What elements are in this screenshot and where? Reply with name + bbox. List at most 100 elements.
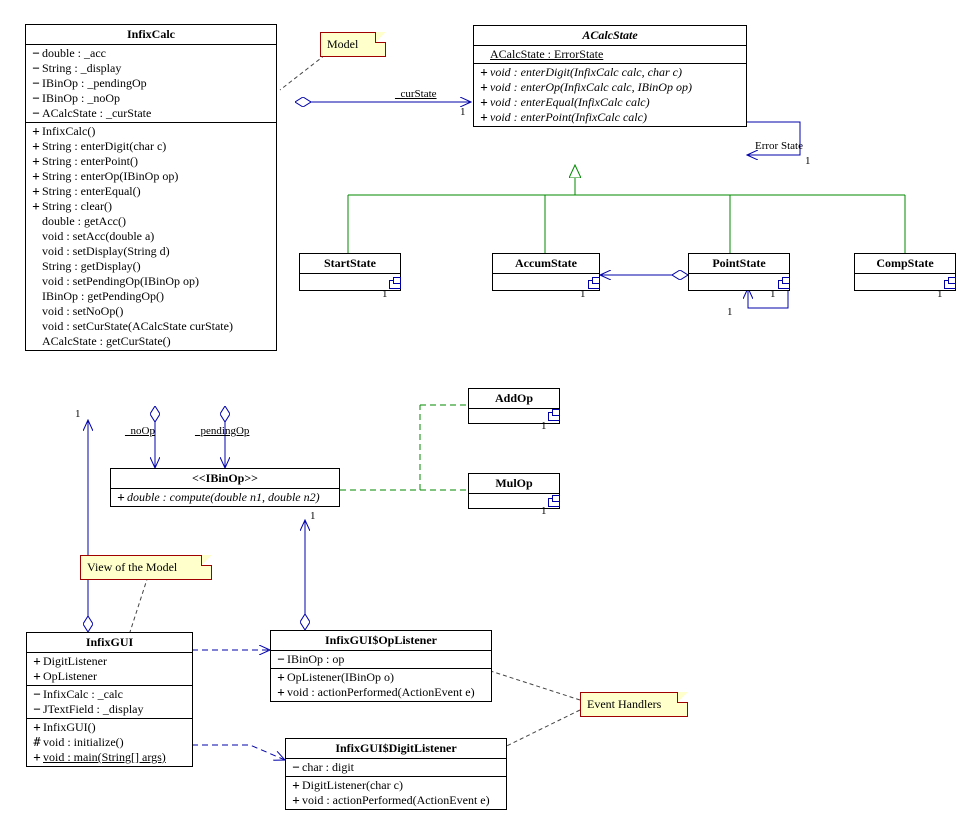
member-row: +String : enterDigit(char c) (30, 139, 272, 154)
mult-one: 1 (805, 155, 811, 167)
mult-one: 1 (460, 106, 466, 118)
member-row: void : setDisplay(String d) (30, 244, 272, 259)
member-row: −ACalcState : _curState (30, 106, 272, 121)
member-row: −IBinOp : _pendingOp (30, 76, 272, 91)
mult-one: 1 (541, 505, 547, 517)
attr-section: −InfixCalc : _calc−JTextField : _display (27, 686, 192, 719)
member-row: −char : digit (290, 760, 502, 775)
class-title: PointState (689, 254, 789, 274)
member-row: −IBinOp : op (275, 652, 487, 667)
member-row: +OpListener(IBinOp o) (275, 670, 487, 685)
note-model: Model (320, 32, 386, 57)
member-row: void : setAcc(double a) (30, 229, 272, 244)
member-row: +DigitListener (31, 654, 188, 669)
uml-diagram: Model View of the Model Event Handlers I… (0, 0, 978, 826)
note-text: Event Handlers (587, 697, 661, 711)
member-row: +void : enterPoint(InfixCalc calc) (478, 110, 742, 125)
mult-one: 1 (382, 288, 388, 300)
member-row: +void : actionPerformed(ActionEvent e) (275, 685, 487, 700)
member-row: −JTextField : _display (31, 702, 188, 717)
member-row: +String : enterOp(IBinOp op) (30, 169, 272, 184)
op-section: +double : compute(double n1, double n2) (111, 489, 339, 506)
member-row: double : getAcc() (30, 214, 272, 229)
op-section: +DigitListener(char c)+void : actionPerf… (286, 777, 506, 809)
class-title: AddOp (469, 389, 559, 409)
class-title: ACalcState (474, 26, 746, 46)
mult-one: 1 (310, 510, 316, 522)
member-row: +String : enterPoint() (30, 154, 272, 169)
class-AccumState: AccumState (492, 253, 600, 291)
label-pendingOp: _pendingOp (195, 425, 249, 437)
class-title: CompState (855, 254, 955, 274)
member-row: #void : initialize() (31, 735, 188, 750)
class-InfixCalc: InfixCalc −double : _acc−String : _displ… (25, 24, 277, 351)
interface-IBinOp: <<IBinOp>> +double : compute(double n1, … (110, 468, 340, 507)
member-row: +InfixCalc() (30, 124, 272, 139)
class-OpListener: InfixGUI$OpListener −IBinOp : op +OpList… (270, 630, 492, 702)
member-row: +void : enterEqual(InfixCalc calc) (478, 95, 742, 110)
label-errorState: Error State (755, 140, 803, 152)
member-row: +OpListener (31, 669, 188, 684)
mult-one: 1 (75, 408, 81, 420)
member-row: void : setNoOp() (30, 304, 272, 319)
member-row: −InfixCalc : _calc (31, 687, 188, 702)
component-icon (548, 412, 560, 421)
attr-section: ACalcState : ErrorState (474, 46, 746, 64)
class-title: InfixGUI$DigitListener (286, 739, 506, 759)
nested-section: +DigitListener+OpListener (27, 653, 192, 686)
member-row: +void : enterOp(InfixCalc calc, IBinOp o… (478, 80, 742, 95)
class-StartState: StartState (299, 253, 401, 291)
class-MulOp: MulOp (468, 473, 560, 509)
member-row: void : setCurState(ACalcState curState) (30, 319, 272, 334)
member-row: +String : clear() (30, 199, 272, 214)
member-row: ACalcState : getCurState() (30, 334, 272, 349)
component-icon (588, 280, 600, 289)
component-icon (778, 280, 790, 289)
class-title: InfixCalc (26, 25, 276, 45)
member-row: void : setPendingOp(IBinOp op) (30, 274, 272, 289)
class-CompState: CompState (854, 253, 956, 291)
op-section: +OpListener(IBinOp o)+void : actionPerfo… (271, 669, 491, 701)
attr-section: −char : digit (286, 759, 506, 777)
component-icon (548, 498, 560, 507)
attr-section: −double : _acc−String : _display−IBinOp … (26, 45, 276, 123)
mult-one: 1 (580, 288, 586, 300)
op-section: +void : enterDigit(InfixCalc calc, char … (474, 64, 746, 126)
mult-one: 1 (541, 420, 547, 432)
class-title: StartState (300, 254, 400, 274)
note-handlers: Event Handlers (580, 692, 688, 717)
attr-section: −IBinOp : op (271, 651, 491, 669)
member-row: −String : _display (30, 61, 272, 76)
member-row: IBinOp : getPendingOp() (30, 289, 272, 304)
class-title: InfixGUI (27, 633, 192, 653)
label-curState: _curState (395, 88, 437, 100)
component-icon (389, 280, 401, 289)
member-row: +String : enterEqual() (30, 184, 272, 199)
member-row: ACalcState : ErrorState (478, 47, 742, 62)
op-section: +InfixGUI()#void : initialize()+void : m… (27, 719, 192, 766)
class-title: AccumState (493, 254, 599, 274)
class-ACalcState: ACalcState ACalcState : ErrorState +void… (473, 25, 747, 127)
mult-one: 1 (770, 288, 776, 300)
class-title: MulOp (469, 474, 559, 494)
note-text: Model (327, 37, 358, 51)
class-PointState: PointState (688, 253, 790, 291)
member-row: String : getDisplay() (30, 259, 272, 274)
component-icon (944, 280, 956, 289)
op-section: +InfixCalc()+String : enterDigit(char c)… (26, 123, 276, 350)
member-row: −IBinOp : _noOp (30, 91, 272, 106)
member-row: +void : main(String[] args) (31, 750, 188, 765)
note-text: View of the Model (87, 560, 177, 574)
member-row: +DigitListener(char c) (290, 778, 502, 793)
member-row: +double : compute(double n1, double n2) (115, 490, 335, 505)
member-row: +InfixGUI() (31, 720, 188, 735)
label-noOp: _noOp (125, 425, 155, 437)
mult-one: 1 (727, 306, 733, 318)
note-view: View of the Model (80, 555, 212, 580)
member-row: +void : enterDigit(InfixCalc calc, char … (478, 65, 742, 80)
class-InfixGUI: InfixGUI +DigitListener+OpListener −Infi… (26, 632, 193, 767)
mult-one: 1 (937, 288, 943, 300)
class-AddOp: AddOp (468, 388, 560, 424)
class-title: <<IBinOp>> (111, 469, 339, 489)
class-DigitListener: InfixGUI$DigitListener −char : digit +Di… (285, 738, 507, 810)
